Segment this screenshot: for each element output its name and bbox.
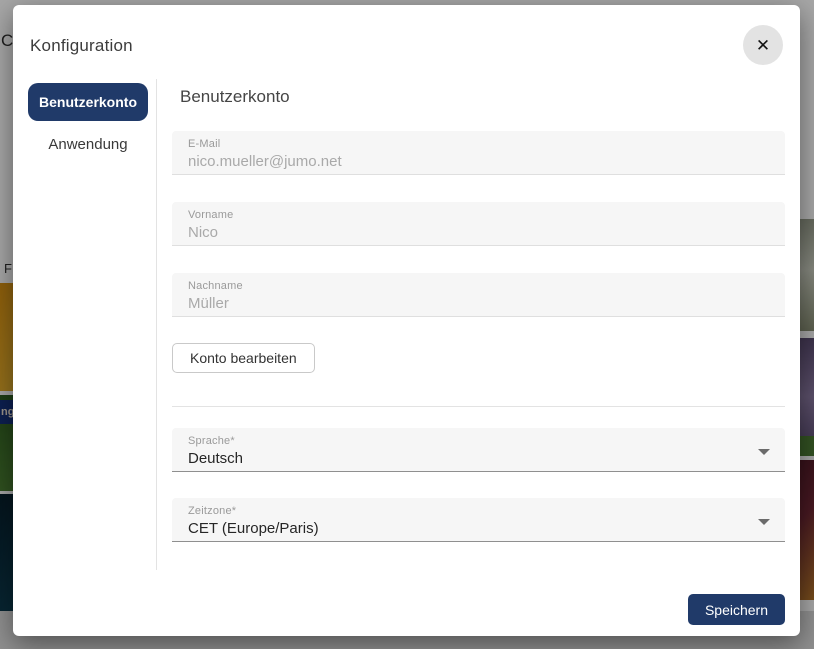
chevron-down-icon [758,519,770,525]
last-name-label: Nachname [188,280,769,292]
close-button[interactable]: ✕ [743,25,783,65]
tab-benutzerkonto[interactable]: Benutzerkonto [28,83,148,121]
section-title: Benutzerkonto [172,87,785,107]
dialog-title: Konfiguration [30,36,133,56]
last-name-field: Nachname Müller [172,273,785,317]
email-label: E-Mail [188,138,769,150]
first-name-value: Nico [188,224,769,241]
timezone-label: Zeitzone* [188,505,769,517]
chevron-down-icon [758,449,770,455]
first-name-field: Vorname Nico [172,202,785,246]
tab-anwendung[interactable]: Anwendung [28,125,148,163]
dialog-footer: Speichern [172,594,785,625]
email-value: nico.mueller@jumo.net [188,153,769,170]
vertical-divider [156,79,157,570]
first-name-label: Vorname [188,209,769,221]
configuration-dialog: Konfiguration ✕ Benutzerkonto Anwendung … [13,5,800,636]
close-icon: ✕ [756,37,770,54]
edit-account-button[interactable]: Konto bearbeiten [172,343,315,373]
timezone-value: CET (Europe/Paris) [188,520,769,537]
language-value: Deutsch [188,450,769,467]
last-name-value: Müller [188,295,769,312]
dialog-tabs: Benutzerkonto Anwendung [28,83,148,163]
timezone-select[interactable]: Zeitzone* CET (Europe/Paris) [172,498,785,542]
save-button[interactable]: Speichern [688,594,785,625]
section-divider [172,406,785,407]
language-label: Sprache* [188,435,769,447]
email-field: E-Mail nico.mueller@jumo.net [172,131,785,175]
dialog-content: Benutzerkonto E-Mail nico.mueller@jumo.n… [172,83,785,625]
language-select[interactable]: Sprache* Deutsch [172,428,785,472]
